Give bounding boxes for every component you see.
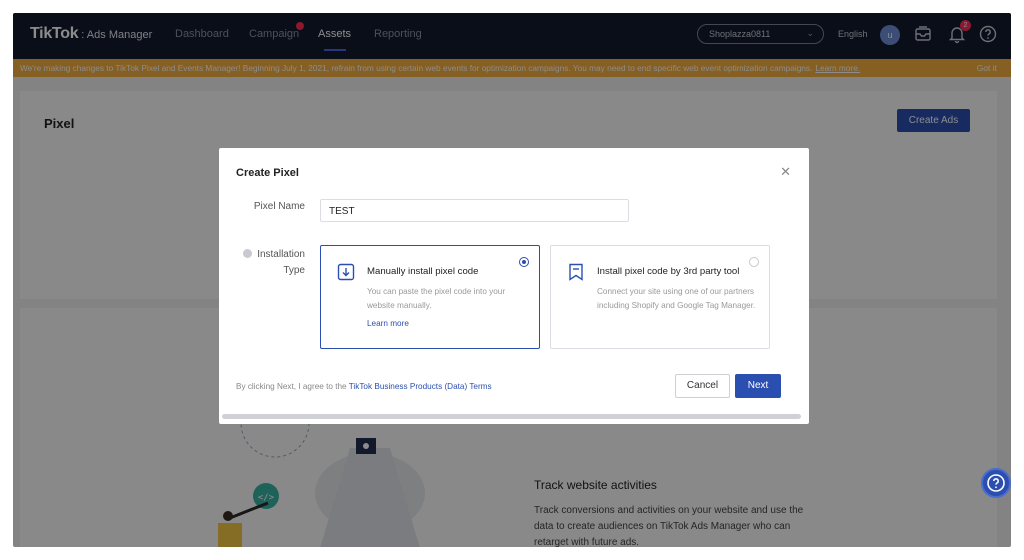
manual-install-title: Manually install pixel code bbox=[367, 266, 479, 277]
learn-more-link[interactable]: Learn more bbox=[367, 319, 409, 328]
next-button[interactable]: Next bbox=[735, 374, 781, 398]
manual-install-radio[interactable] bbox=[519, 257, 529, 267]
close-icon[interactable]: ✕ bbox=[780, 164, 791, 180]
terms-prefix: By clicking Next, I agree to the bbox=[236, 382, 347, 391]
info-icon[interactable] bbox=[243, 249, 252, 258]
manual-install-description: You can paste the pixel code into your w… bbox=[367, 287, 506, 310]
third-party-install-radio[interactable] bbox=[749, 257, 759, 267]
installation-type-label: Installation Type bbox=[257, 249, 305, 276]
third-party-install-description: Connect your site using one of our partn… bbox=[597, 287, 756, 310]
terms-agreement: By clicking Next, I agree to the TikTok … bbox=[236, 382, 492, 391]
pixel-name-input[interactable]: TEST bbox=[320, 199, 629, 222]
manual-install-option[interactable]: Manually install pixel code You can past… bbox=[320, 245, 540, 349]
help-button[interactable] bbox=[981, 468, 1011, 498]
terms-link[interactable]: TikTok Business Products (Data) Terms bbox=[349, 382, 492, 391]
bookmark-doc-icon bbox=[569, 263, 583, 281]
create-pixel-modal: Create Pixel ✕ Pixel Name TEST Installat… bbox=[219, 148, 809, 424]
third-party-install-title: Install pixel code by 3rd party tool bbox=[597, 266, 740, 277]
help-circle-icon bbox=[987, 474, 1005, 492]
modal-title: Create Pixel bbox=[236, 167, 299, 179]
cancel-button[interactable]: Cancel bbox=[675, 374, 730, 398]
pixel-name-label: Pixel Name bbox=[253, 201, 305, 212]
third-party-install-option[interactable]: Install pixel code by 3rd party tool Con… bbox=[550, 245, 770, 349]
app-window: TikTok : Ads Manager Dashboard Campaign … bbox=[13, 13, 1011, 547]
horizontal-scrollbar[interactable] bbox=[222, 414, 801, 419]
download-box-icon bbox=[337, 263, 355, 281]
